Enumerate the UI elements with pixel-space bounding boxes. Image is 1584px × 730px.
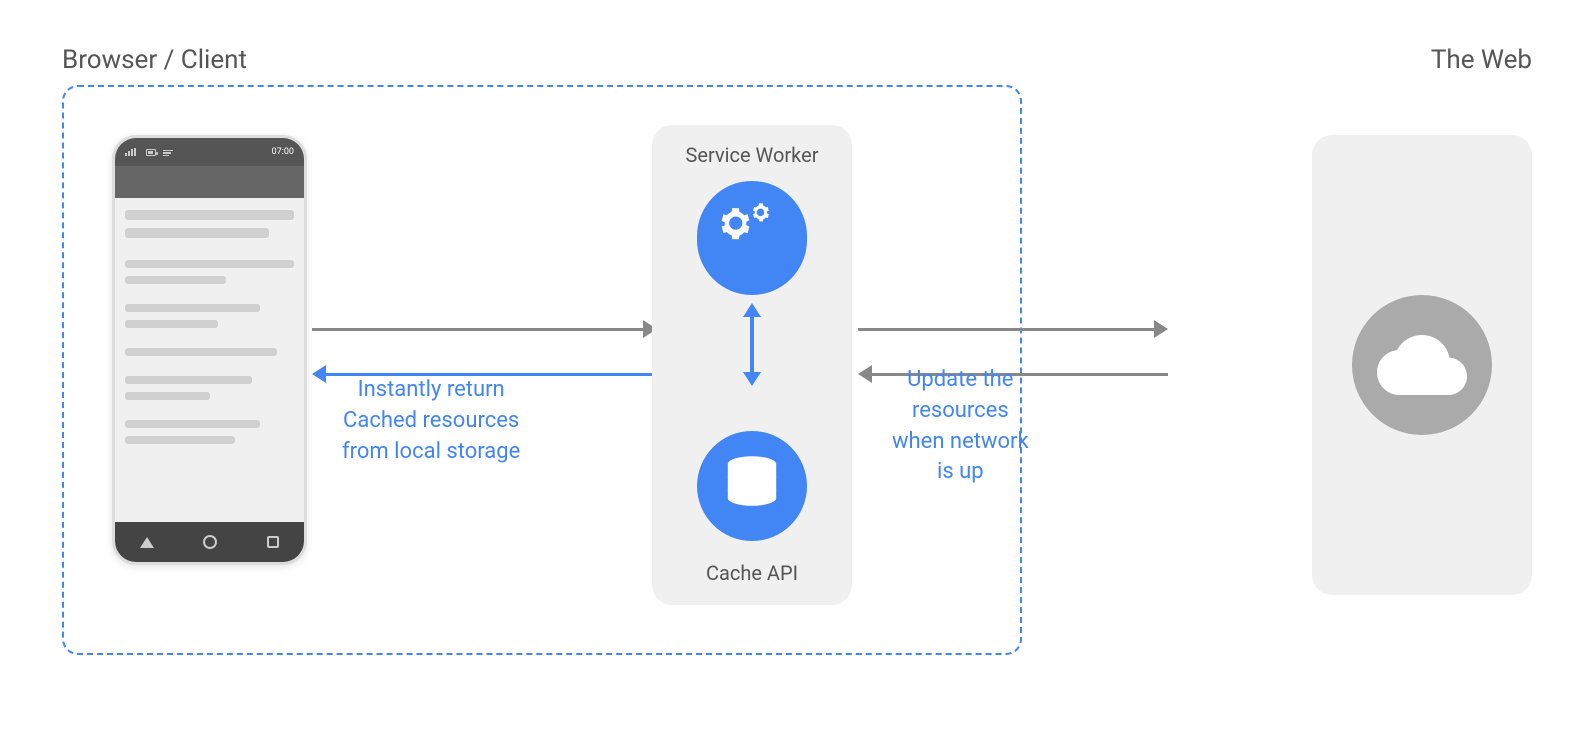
vertical-double-arrow xyxy=(743,303,761,386)
cache-icon xyxy=(697,431,807,541)
update-the-label: Update the resources when network is up xyxy=(892,365,1029,488)
phone-toolbar xyxy=(115,166,304,198)
web-to-sw-arrow-head xyxy=(858,365,872,383)
web-label: The Web xyxy=(1431,45,1532,75)
cache-api-label: Cache API xyxy=(706,561,798,585)
service-worker-label: Service Worker xyxy=(686,143,819,167)
phone-status-bar: 07:00 xyxy=(115,138,304,166)
phone-content xyxy=(115,198,304,456)
diagram-container: Browser / Client The Web xyxy=(32,25,1552,705)
arrow-head-left xyxy=(312,365,326,383)
phone-mockup: 07:00 xyxy=(112,135,307,565)
gears-svg xyxy=(697,181,807,291)
sw-to-web-arrow xyxy=(858,320,1168,338)
cloud-icon xyxy=(1352,295,1492,435)
phone-nav-bar xyxy=(115,522,304,562)
service-worker-box: Service Worker xyxy=(652,125,852,605)
phone-signal-icons xyxy=(125,148,173,156)
sw-to-web-arrow-head xyxy=(1154,320,1168,338)
instantly-return-label: Instantly return Cached resources from l… xyxy=(342,375,520,467)
web-box xyxy=(1312,135,1532,595)
phone-to-sw-arrow xyxy=(312,320,657,338)
browser-client-label: Browser / Client xyxy=(62,45,247,75)
phone-time: 07:00 xyxy=(272,147,294,157)
